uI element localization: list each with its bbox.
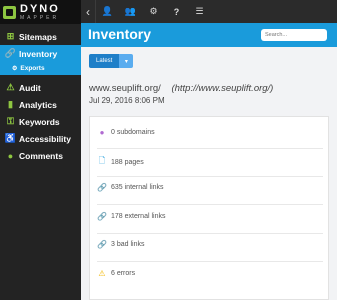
top-toolbar: ‹ 👤 👥 ⚙ ? ☰	[81, 0, 337, 23]
stat-external-links[interactable]: 🔗 178 external links	[97, 212, 165, 221]
menu-icon[interactable]: ☰	[188, 0, 211, 23]
search-input[interactable]	[265, 32, 327, 38]
stat-text: 188 pages	[111, 158, 144, 166]
gear-icon: ⚙	[12, 66, 18, 72]
sidebar-item-label: Accessibility	[19, 133, 71, 144]
key-icon: ⚿	[7, 116, 14, 126]
user-icon[interactable]: 👤	[96, 0, 119, 23]
stat-text: 178 external links	[111, 213, 166, 220]
sidebar-subitem-exports[interactable]: ⚙ Exports	[0, 62, 81, 75]
version-button[interactable]: Latest	[89, 54, 120, 68]
logo[interactable]: DYNO MAPPER	[0, 0, 81, 24]
sidebar-item-inventory[interactable]: 🔗 Inventory	[0, 45, 81, 62]
stat-text: 3 bad links	[111, 241, 145, 248]
logo-text: DYNO	[20, 2, 60, 15]
sidebar: DYNO MAPPER ⊞ Sitemaps 🔗 Inventory ⚙ Exp…	[0, 0, 81, 300]
sidebar-item-sitemaps[interactable]: ⊞ Sitemaps	[0, 28, 81, 45]
page-title: Inventory	[88, 26, 152, 42]
stat-text: 635 internal links	[111, 184, 164, 191]
sidebar-item-keywords[interactable]: ⚿ Keywords	[0, 113, 81, 130]
back-chevron-icon[interactable]: ‹	[81, 0, 95, 23]
external-link-icon: 🔗	[97, 212, 107, 221]
page-icon: 🗋	[98, 156, 106, 165]
site-heading: www.seuplift.org/ (http://www.seuplift.o…	[89, 83, 273, 94]
stat-pages[interactable]: 🗋 188 pages	[97, 155, 144, 169]
sidebar-item-label: Keywords	[19, 116, 60, 127]
logo-subtext: MAPPER	[20, 14, 60, 21]
sitemap-icon: ⊞	[6, 31, 15, 41]
subdomain-icon: ●	[99, 128, 105, 137]
sidebar-nav: ⊞ Sitemaps 🔗 Inventory ⚙ Exports ⚠ Audit…	[0, 28, 81, 164]
sidebar-subitem-label: Exports	[20, 65, 45, 72]
team-icon[interactable]: 👥	[119, 0, 142, 23]
stat-text: 0 subdomains	[111, 129, 155, 136]
bar-chart-icon: ▮	[8, 99, 13, 109]
sidebar-item-label: Analytics	[19, 99, 57, 110]
comment-icon: ●	[7, 150, 14, 161]
stats-panel: ● 0 subdomains 🗋 188 pages 🔗 635 interna…	[89, 116, 329, 300]
stat-errors[interactable]: ⚠ 6 errors	[97, 269, 135, 278]
link-icon: 🔗	[97, 183, 107, 192]
sidebar-item-label: Sitemaps	[19, 31, 57, 42]
warning-icon: ⚠	[98, 269, 106, 278]
logo-mark-icon	[3, 5, 16, 19]
settings-icon[interactable]: ⚙	[142, 0, 165, 23]
sidebar-item-analytics[interactable]: ▮ Analytics	[0, 96, 81, 113]
link-icon: 🔗	[4, 48, 17, 58]
stat-text: 6 errors	[111, 270, 136, 277]
stat-bad-links[interactable]: 🔗 3 bad links	[97, 240, 144, 249]
sidebar-item-comments[interactable]: ● Comments	[0, 147, 81, 164]
page-header: Inventory	[81, 23, 337, 47]
help-icon[interactable]: ?	[165, 0, 188, 23]
site-url[interactable]: (http://www.seuplift.org/)	[171, 83, 273, 94]
broken-link-icon: 🔗	[97, 240, 107, 249]
sidebar-item-label: Comments	[19, 150, 63, 161]
crawl-date: Jul 29, 2016 8:06 PM	[89, 96, 165, 105]
accessibility-icon: ♿	[4, 133, 17, 143]
version-dropdown[interactable]: Latest ▾	[89, 54, 134, 68]
site-name: www.seuplift.org/	[89, 83, 161, 94]
warning-icon: ⚠	[6, 82, 15, 92]
chevron-down-icon[interactable]: ▾	[119, 54, 134, 68]
sidebar-item-audit[interactable]: ⚠ Audit	[0, 79, 81, 96]
search-box[interactable]	[261, 29, 327, 41]
sidebar-item-accessibility[interactable]: ♿ Accessibility	[0, 130, 81, 147]
sidebar-item-label: Inventory	[19, 48, 58, 59]
sidebar-item-label: Audit	[19, 82, 41, 93]
stat-internal-links[interactable]: 🔗 635 internal links	[97, 183, 164, 192]
stat-subdomains[interactable]: ● 0 subdomains	[97, 128, 155, 137]
